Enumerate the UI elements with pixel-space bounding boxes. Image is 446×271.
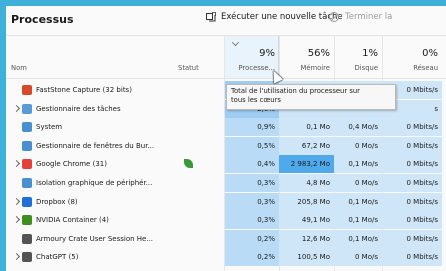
cpu-column-label: Processe... — [238, 64, 275, 72]
run-task-icon — [206, 12, 216, 22]
disk-value: 0,4 Mo/s — [334, 118, 382, 137]
chatgpt-icon — [22, 252, 32, 263]
cpu-value: 0,5% — [225, 136, 279, 155]
network-value: 0 Mbits/s — [382, 192, 442, 211]
process-name: Google Chrome (31) — [36, 160, 107, 169]
task-manager-icon — [22, 103, 32, 114]
network-value: 0 Mbits/s — [382, 136, 442, 155]
expand-chevron-icon[interactable] — [12, 197, 21, 205]
column-header-status[interactable]: Statut — [178, 64, 199, 72]
expand-chevron-icon[interactable] — [12, 216, 21, 224]
run-task-label: Exécuter une nouvelle tâche — [221, 12, 343, 22]
process-name: Isolation graphique de périphér... — [36, 179, 153, 187]
process-name: FastStone Capture (32 bits) — [36, 86, 132, 94]
process-name: Dropbox (8) — [36, 197, 78, 206]
cpu-value: 0,2% — [225, 248, 279, 267]
network-value: 0 Mbits/s — [382, 155, 442, 174]
cpu-value: 0,9% — [225, 118, 279, 137]
process-name: Gestionnaire de fenêtres du Bur... — [36, 141, 155, 150]
dwm-icon — [22, 140, 32, 151]
tooltip-line: Total de l'utilisation du processeur sur — [231, 87, 360, 95]
memory-value: 2 983,2 Mo — [279, 155, 334, 174]
header-divider — [6, 78, 446, 79]
leaf-icon — [184, 159, 193, 169]
column-header-memory[interactable]: Mémoire — [279, 64, 330, 72]
memory-value: 205,8 Mo — [279, 192, 334, 211]
table-row[interactable]: Google Chrome (31) 0,4% 2 983,2 Mo 0,1 Mo/s… — [6, 155, 446, 174]
disk-value: 0,1 Mo/s — [334, 192, 382, 211]
process-name: NVIDIA Container (4) — [36, 216, 109, 225]
table-row[interactable]: Dropbox (8) 0,3% 205,8 Mo 0,1 Mo/s 0 Mbits/s — [6, 192, 446, 211]
tooltip-line: tous les cœurs — [231, 96, 281, 104]
disk-value: 0 Mo/s — [334, 136, 382, 155]
armoury-crate-icon — [22, 233, 32, 244]
cpu-total-percent: 9% — [259, 48, 275, 59]
network-value: 0 Mbits/s — [382, 211, 442, 230]
process-name: Gestionnaire des tâches — [36, 104, 121, 113]
disk-value: 0 Mo/s — [334, 248, 382, 267]
memory-value: 67,2 Mo — [279, 136, 334, 155]
memory-value: 49,1 Mo — [279, 211, 334, 230]
network-value: 0 Mbits/s — [382, 248, 442, 267]
cpu-value: 0,3% — [225, 174, 279, 192]
table-row[interactable]: Isolation graphique de périphér... 0,3% 4,… — [6, 174, 446, 192]
expand-chevron-icon[interactable] — [12, 160, 21, 168]
network-value: 0 Mbits/s — [382, 174, 442, 192]
disk-value: 0,1 Mo/s — [334, 211, 382, 230]
process-name: Armoury Crate User Session He... — [36, 234, 154, 243]
disk-value: 0,1 Mo/s — [334, 155, 382, 174]
column-header-disk[interactable]: Disque — [334, 64, 378, 72]
system-icon — [22, 122, 32, 133]
network-value: 0 Mbits/s — [382, 118, 442, 137]
expand-chevron-icon[interactable] — [12, 104, 21, 112]
cpu-value: 0,4% — [225, 155, 279, 174]
column-header-network[interactable]: Réseau — [382, 64, 438, 72]
expand-chevron-icon[interactable] — [12, 253, 21, 261]
table-row[interactable]: Armoury Crate User Session He... 0,2% 12,6… — [6, 229, 446, 248]
audio-isolation-icon — [22, 178, 32, 188]
cpu-value: 0,3% — [225, 192, 279, 211]
toolbar: Processus Exécuter une nouvelle tâche Te… — [6, 6, 446, 34]
end-task-icon — [329, 12, 339, 22]
network-value: 0 Mbits/s — [382, 229, 442, 248]
process-name: System — [36, 123, 63, 132]
end-task-button[interactable]: Terminer la — [329, 12, 392, 22]
chrome-icon — [22, 159, 32, 170]
task-manager-window: Processus Exécuter une nouvelle tâche Te… — [6, 6, 446, 271]
disk-total-percent: 1% — [362, 48, 378, 59]
nvidia-icon — [22, 215, 32, 226]
run-new-task-button[interactable]: Exécuter une nouvelle tâche — [206, 12, 343, 22]
table-row[interactable]: System 0,9% 0,1 Mo 0,4 Mo/s 0 Mbits/s — [6, 118, 446, 137]
disk-value: 0,1 Mo/s — [334, 229, 382, 248]
table-row[interactable]: NVIDIA Container (4) 0,3% 49,1 Mo 0,1 Mo/s 0… — [6, 211, 446, 230]
memory-value: 12,6 Mo — [279, 229, 334, 248]
disk-value: 0 Mo/s — [334, 174, 382, 192]
network-total-percent: 0% — [422, 48, 438, 59]
memory-value: 4,8 Mo — [279, 174, 334, 192]
page-title: Processus — [11, 13, 74, 26]
process-name: ChatGPT (5) — [36, 253, 79, 262]
memory-value: 100,5 Mo — [279, 248, 334, 267]
end-task-label: Terminer la — [345, 12, 393, 22]
table-row[interactable]: Gestionnaire de fenêtres du Bur... 0,5% 67… — [6, 136, 446, 155]
table-row[interactable]: ChatGPT (5) 0,2% 100,5 Mo 0 Mo/s 0 Mbits/s — [6, 248, 446, 267]
faststone-icon — [22, 85, 32, 95]
cpu-tooltip: Total de l'utilisation du processeur sur… — [226, 84, 396, 110]
memory-value: 0,1 Mo — [279, 118, 334, 137]
memory-total-percent: 56% — [307, 48, 330, 59]
column-header-name[interactable]: Nom — [11, 64, 27, 72]
cpu-value: 0,3% — [225, 211, 279, 230]
cpu-value: 0,2% — [225, 229, 279, 248]
dropbox-icon — [22, 196, 32, 207]
